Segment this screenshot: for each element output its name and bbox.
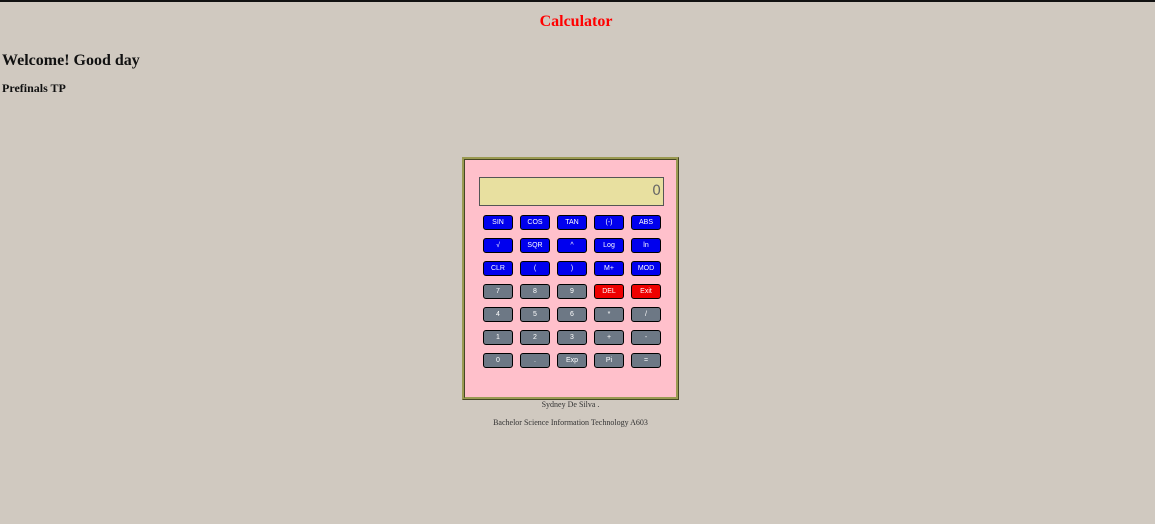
author-name: Sydney De Silva . bbox=[541, 400, 600, 409]
key-1-button[interactable]: 1 bbox=[483, 330, 513, 345]
key-decimal-button[interactable]: . bbox=[520, 353, 550, 368]
key-open-paren-button[interactable]: ( bbox=[520, 261, 550, 276]
subtitle-heading: Prefinals TP bbox=[2, 81, 66, 95]
key-close-paren-button[interactable]: ) bbox=[557, 261, 587, 276]
key-3-button[interactable]: 3 bbox=[557, 330, 587, 345]
key-8-button[interactable]: 8 bbox=[520, 284, 550, 299]
key-mod-button[interactable]: MOD bbox=[631, 261, 661, 276]
key-plus-button[interactable]: + bbox=[594, 330, 624, 345]
key-minus-button[interactable]: - bbox=[631, 330, 661, 345]
key-cos-button[interactable]: COS bbox=[520, 215, 550, 230]
key-7-button[interactable]: 7 bbox=[483, 284, 513, 299]
key-0-button[interactable]: 0 bbox=[483, 353, 513, 368]
key-2-button[interactable]: 2 bbox=[520, 330, 550, 345]
key-6-button[interactable]: 6 bbox=[557, 307, 587, 322]
author-course: Bachelor Science Information Technology … bbox=[493, 418, 648, 427]
key-sqrt-button[interactable]: √ bbox=[483, 238, 513, 253]
key-log-button[interactable]: Log bbox=[594, 238, 624, 253]
key-5-button[interactable]: 5 bbox=[520, 307, 550, 322]
key-exp-button[interactable]: Exp bbox=[557, 353, 587, 368]
key-negate-button[interactable]: (-) bbox=[594, 215, 624, 230]
key-memory-plus-button[interactable]: M+ bbox=[594, 261, 624, 276]
calculator-keypad: SIN COS TAN (-) ABS √ SQR ^ Log ln CLR () M+ MOD 7 8 9 DE… bbox=[483, 215, 661, 368]
key-clr-button[interactable]: CLR bbox=[483, 261, 513, 276]
key-tan-button[interactable]: TAN bbox=[557, 215, 587, 230]
key-pi-button[interactable]: Pi bbox=[594, 353, 624, 368]
key-sqr-button[interactable]: SQR bbox=[520, 238, 550, 253]
key-multiply-button[interactable]: * bbox=[594, 307, 624, 322]
calculator-display[interactable]: 0 bbox=[479, 177, 664, 206]
key-del-button[interactable]: DEL bbox=[594, 284, 624, 299]
page-title: Calculator bbox=[539, 13, 613, 30]
key-ln-button[interactable]: ln bbox=[631, 238, 661, 253]
key-power-button[interactable]: ^ bbox=[557, 238, 587, 253]
key-9-button[interactable]: 9 bbox=[557, 284, 587, 299]
key-exit-button[interactable]: Exit bbox=[631, 284, 661, 299]
welcome-heading: Welcome! Good day bbox=[2, 52, 140, 69]
key-sin-button[interactable]: SIN bbox=[483, 215, 513, 230]
calculator: 0 SIN COS TAN (-) ABS √ SQR ^ Log ln CLR () M+ MOD 7 8 9… bbox=[462, 157, 679, 400]
key-equals-button[interactable]: = bbox=[631, 353, 661, 368]
key-4-button[interactable]: 4 bbox=[483, 307, 513, 322]
key-abs-button[interactable]: ABS bbox=[631, 215, 661, 230]
key-divide-button[interactable]: / bbox=[631, 307, 661, 322]
